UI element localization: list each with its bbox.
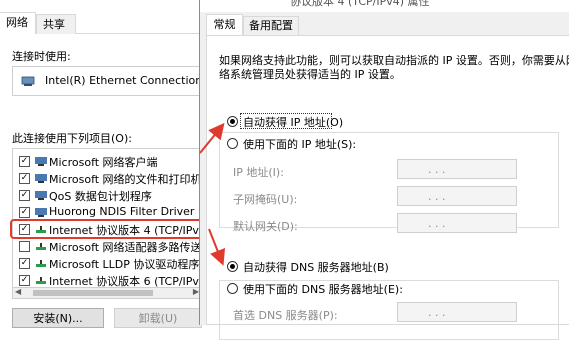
gateway-dots: . . . (428, 217, 446, 230)
item-checkbox[interactable]: ✓ (19, 258, 30, 269)
preferred-dns-label: 首选 DNS 服务器(P): (233, 309, 338, 322)
tab-network[interactable]: 网络 (0, 12, 36, 34)
protocol-icon (36, 277, 46, 284)
connect-using-label: 连接时使用: (12, 50, 71, 63)
qos-icon (35, 191, 47, 200)
tab-general[interactable]: 常规 (206, 14, 243, 36)
items-label: 此连接使用下列项目(O): (12, 132, 132, 145)
list-item[interactable]: ✓ QoS 数据包计划程序 (13, 187, 201, 204)
auto-dns-label[interactable]: 自动获得 DNS 服务器地址(B) (243, 259, 389, 275)
preferred-dns-input[interactable]: . . . (397, 302, 517, 322)
manual-dns-label[interactable]: 使用下面的 DNS 服务器地址(E): (243, 281, 406, 297)
ip-dots: . . . (428, 163, 446, 176)
tab-share[interactable]: 共享 (36, 14, 76, 34)
list-item[interactable]: ✓ Microsoft 网络的文件和打印机共享 (13, 170, 202, 187)
ipv4-highlight-annotation (10, 219, 208, 239)
gateway-input[interactable]: . . . (397, 213, 517, 233)
network-properties-dialog: 网络 共享 连接时使用: Intel(R) Ethernet Connectio… (0, 0, 235, 328)
adapter-box: Intel(R) Ethernet Connection (2) I2 (12, 66, 235, 96)
item-label: Huorong NDIS Filter Driver (49, 205, 195, 218)
protocol-icon (36, 260, 46, 267)
network-share-icon (35, 174, 47, 183)
network-client-icon (35, 157, 47, 166)
uninstall-button[interactable]: 卸载(U) (114, 308, 202, 328)
item-label: Microsoft 网络适配器多路传送器协议 (49, 241, 202, 254)
item-label: Microsoft 网络客户端 (49, 156, 158, 169)
tab-alternate-config[interactable]: 备用配置 (243, 16, 299, 36)
item-checkbox[interactable]: ✓ (19, 275, 30, 286)
dialog-title: 协议版本 4 (TCP/IPv4) 属性 (290, 0, 430, 8)
list-item[interactable]: Microsoft 网络适配器多路传送器协议 (13, 238, 202, 255)
list-item[interactable]: ✓ Microsoft LLDP 协议驱动程序 (13, 255, 201, 272)
manual-dns-radio[interactable] (227, 283, 238, 294)
protocol-icon (36, 243, 46, 250)
item-label: QoS 数据包计划程序 (49, 190, 152, 203)
manual-ip-radio[interactable] (227, 138, 238, 149)
item-checkbox[interactable]: ✓ (19, 190, 30, 201)
item-checkbox[interactable]: ✓ (19, 173, 30, 184)
dns-dots: . . . (428, 306, 446, 319)
install-button[interactable]: 安装(N)... (12, 308, 104, 328)
item-label: Microsoft 网络的文件和打印机共享 (49, 173, 202, 186)
item-checkbox[interactable] (19, 241, 30, 252)
filter-driver-icon (35, 208, 47, 217)
description-line-2: 络系统管理员处获得适当的 IP 设置。 (219, 68, 401, 81)
auto-ip-label[interactable]: 自动获得 IP 地址(O) (243, 114, 343, 130)
item-checkbox[interactable]: ✓ (19, 207, 30, 218)
manual-ip-label[interactable]: 使用下面的 IP 地址(S): (243, 136, 360, 152)
scroll-left-icon[interactable]: ◀ (15, 287, 21, 296)
auto-ip-radio[interactable] (227, 116, 238, 127)
network-adapter-icon (21, 76, 35, 86)
list-item[interactable]: ✓ Microsoft 网络客户端 (13, 153, 201, 170)
title-bar: 协议版本 4 (TCP/IPv4) 属性 (200, 0, 569, 12)
subnet-dots: . . . (428, 190, 446, 203)
item-checkbox[interactable]: ✓ (19, 156, 30, 167)
general-panel: 如果网络支持此功能，则可以获取自动指派的 IP 设置。否则，你需要从网 络系统管… (206, 35, 569, 340)
ip-address-input[interactable]: . . . (397, 159, 517, 179)
item-label: Microsoft LLDP 协议驱动程序 (49, 258, 200, 271)
items-scrollbar[interactable]: ◀ ▶ (12, 287, 202, 299)
ip-address-label: IP 地址(I): (233, 166, 284, 179)
subnet-mask-label: 子网掩码(U): (233, 193, 298, 206)
subnet-mask-input[interactable]: . . . (397, 186, 517, 206)
scrollbar-thumb[interactable] (33, 290, 153, 296)
left-tabstrip: 网络 共享 (0, 12, 202, 34)
gateway-label: 默认网关(D): (233, 220, 298, 233)
auto-dns-radio[interactable] (227, 261, 238, 272)
ipv4-properties-dialog: 协议版本 4 (TCP/IPv4) 属性 常规 备用配置 如果网络支持此功能，则… (199, 0, 569, 340)
